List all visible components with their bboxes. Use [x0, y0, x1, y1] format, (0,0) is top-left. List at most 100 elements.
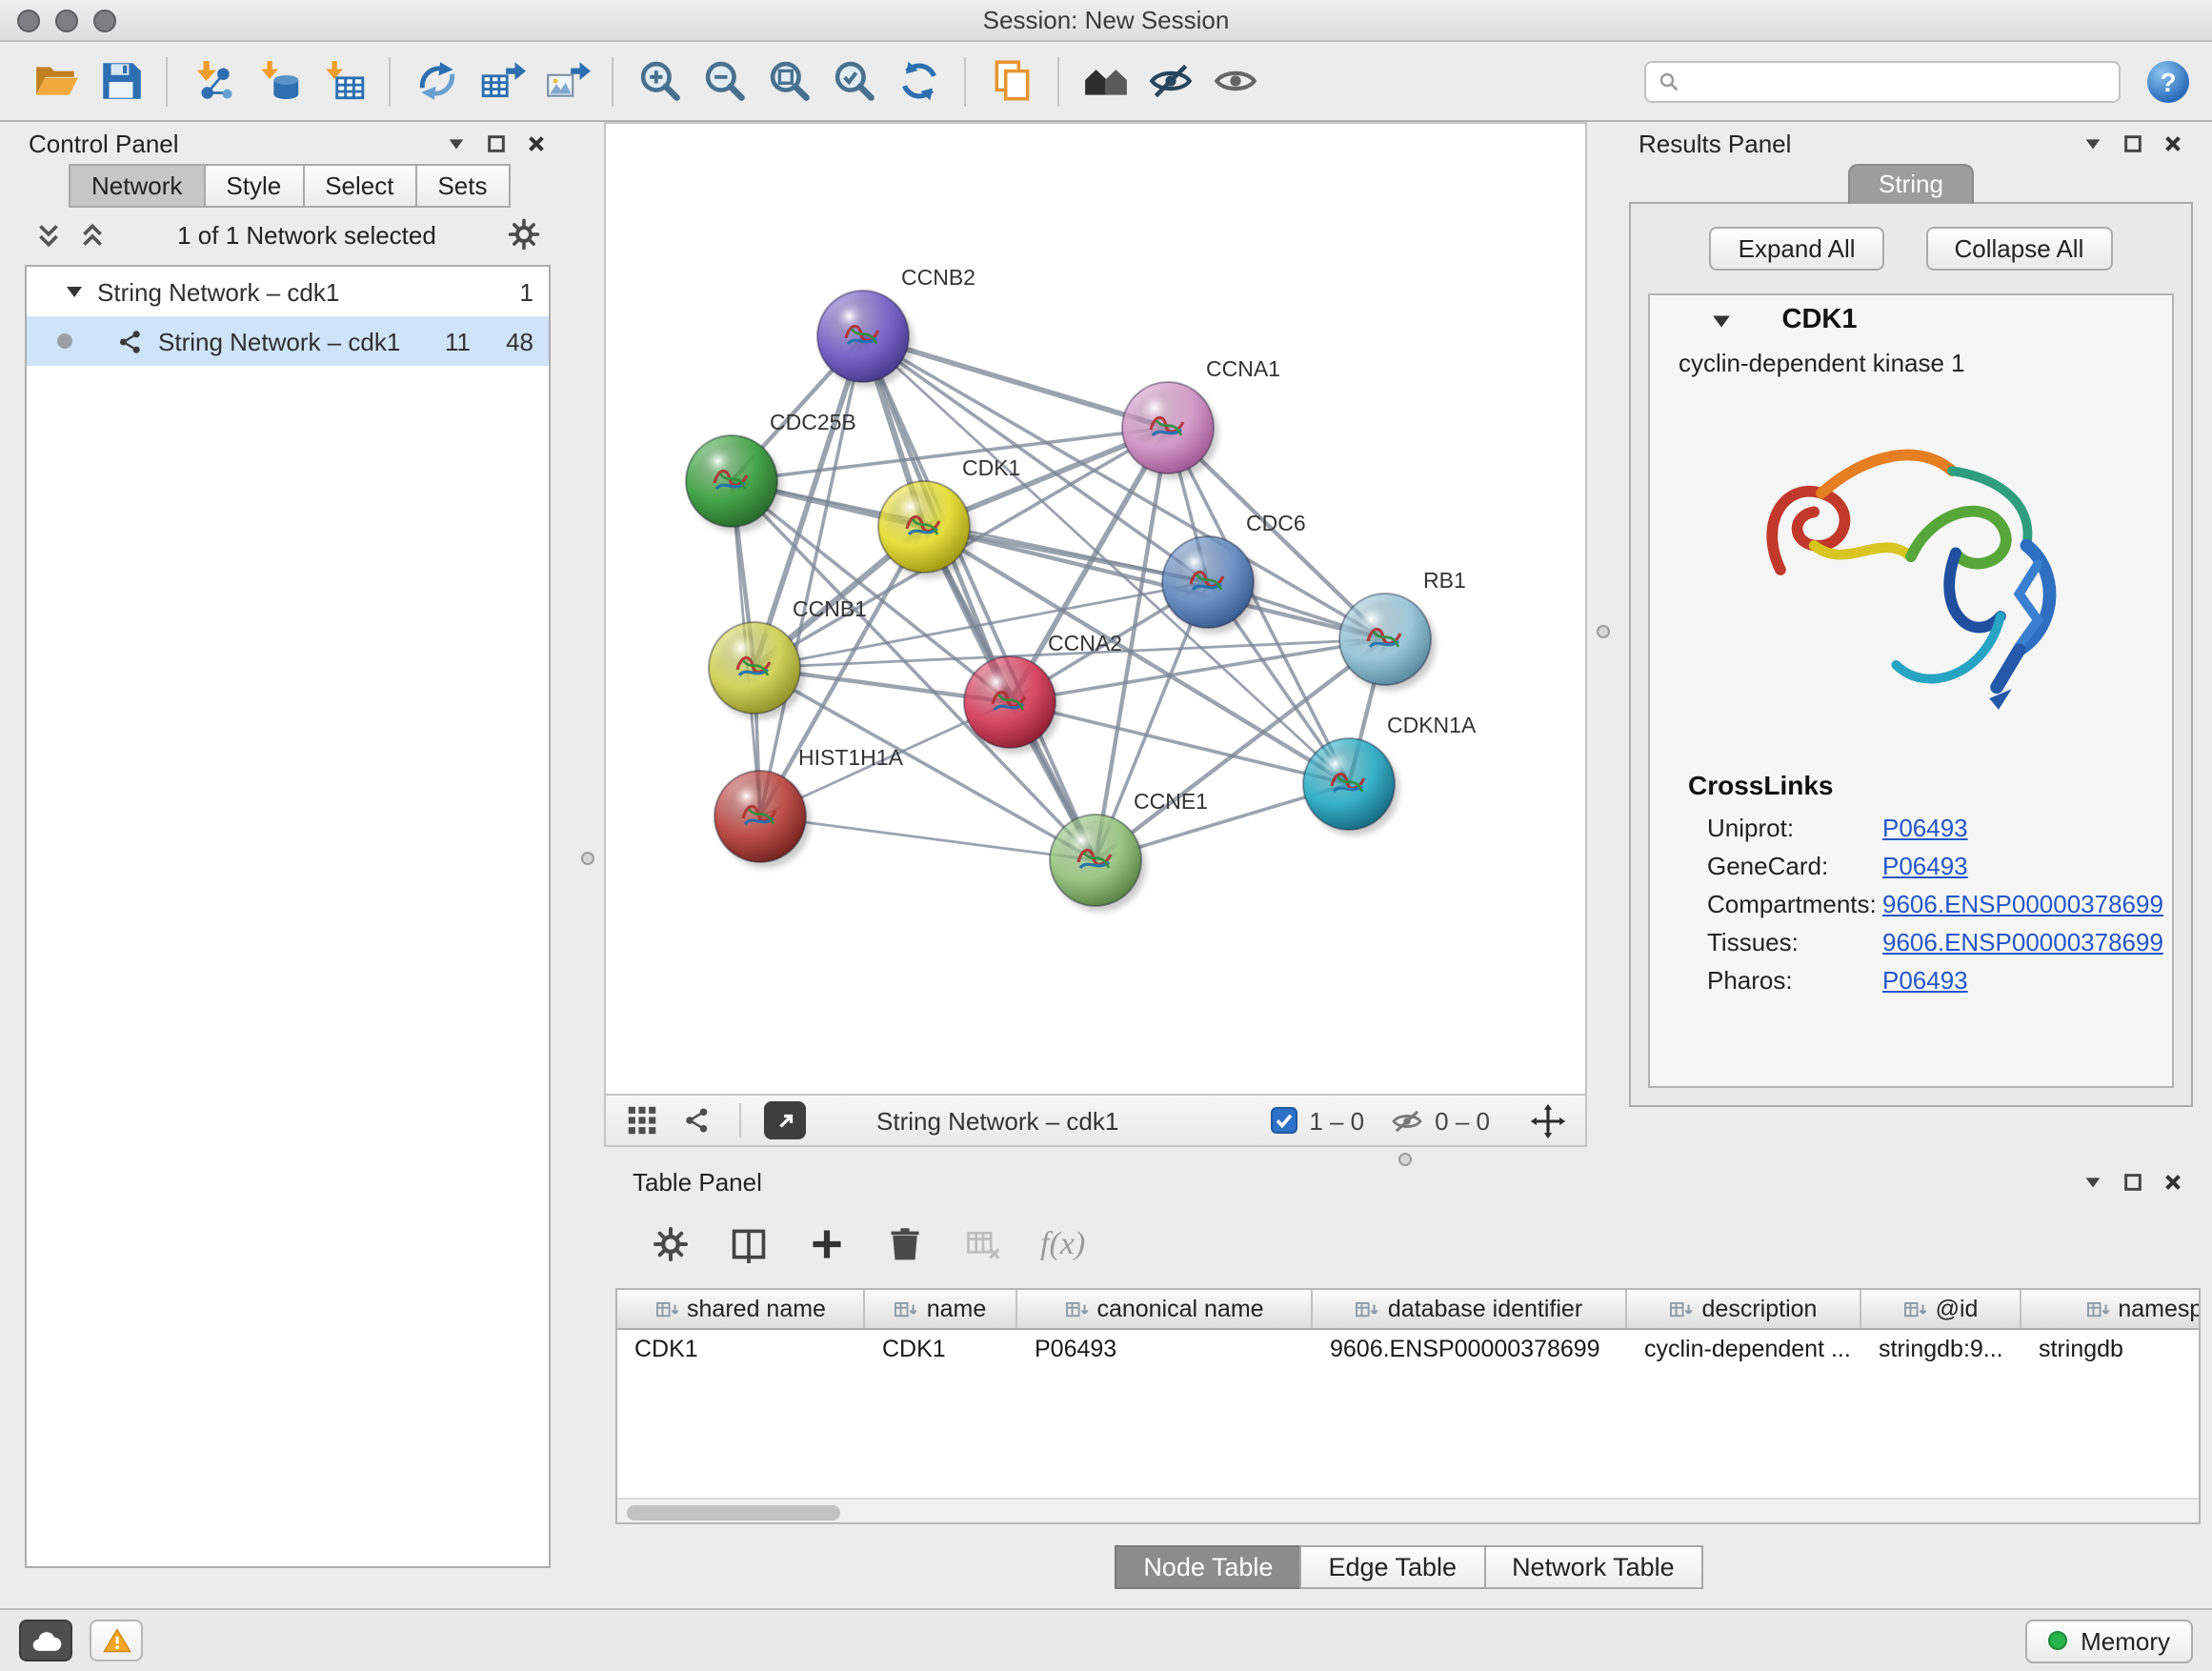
network-node-CCNB2[interactable]: CCNB2 — [817, 265, 975, 388]
network-row-selected[interactable]: String Network – cdk1 11 48 — [27, 316, 549, 366]
network-collection-row[interactable]: String Network – cdk1 1 — [27, 267, 549, 316]
create-column-button[interactable] — [806, 1223, 848, 1265]
protein-card-header[interactable]: CDK1 — [1650, 295, 2172, 345]
tab-network-table[interactable]: Network Table — [1483, 1545, 1703, 1589]
column-sort-icon[interactable] — [895, 1299, 919, 1319]
zoom-window-button[interactable] — [93, 10, 116, 32]
column-header-description[interactable]: description — [1627, 1290, 1861, 1328]
network-graph[interactable]: CCNB2CCNA1CDC25BCDK1CDC6RB1CCNB1CCNA2CDK… — [606, 124, 1585, 1094]
zoom-selected-button[interactable] — [821, 50, 886, 111]
cloud-status-button[interactable] — [19, 1620, 72, 1661]
detach-view-button[interactable] — [764, 1101, 806, 1139]
table-cell[interactable]: P06493 — [1017, 1330, 1313, 1368]
pan-mode-button[interactable] — [1526, 1099, 1568, 1141]
network-node-CDC25B[interactable]: CDC25B — [686, 410, 856, 533]
crosslink-link[interactable]: P06493 — [1882, 813, 1968, 841]
column-sort-icon[interactable] — [2085, 1299, 2110, 1319]
crosslink-link[interactable]: P06493 — [1882, 851, 1968, 879]
import-network-file-button[interactable] — [181, 50, 246, 111]
panel-menu-icon[interactable] — [446, 132, 467, 153]
panel-float-icon[interactable] — [486, 132, 507, 153]
apply-layout-button[interactable] — [886, 50, 951, 111]
selected-checkbox-icon[interactable] — [1271, 1107, 1297, 1134]
hide-results-button[interactable] — [1137, 50, 1202, 111]
panel-float-icon[interactable] — [2122, 1171, 2143, 1192]
close-window-button[interactable] — [17, 10, 40, 32]
search-input[interactable] — [1690, 68, 2107, 94]
tab-string[interactable]: String — [1848, 164, 1974, 204]
collapse-caret-icon[interactable] — [1711, 311, 1732, 332]
tab-network[interactable]: Network — [69, 164, 205, 208]
column-header-namespace[interactable]: namespace — [2021, 1290, 2201, 1328]
splitter-handle[interactable] — [1597, 625, 1610, 638]
network-node-CDKN1A[interactable]: CDKN1A — [1303, 713, 1477, 836]
table-cell[interactable]: stringdb:9... — [1861, 1330, 2021, 1368]
zoom-out-button[interactable] — [692, 50, 756, 111]
help-button[interactable]: ? — [2147, 60, 2189, 102]
memory-button[interactable]: Memory — [2025, 1619, 2193, 1662]
horizontal-scrollbar[interactable] — [617, 1498, 2199, 1522]
splitter-handle[interactable] — [581, 852, 594, 865]
panel-menu-icon[interactable] — [2082, 132, 2103, 153]
expand-all-button[interactable]: Expand All — [1710, 227, 1884, 271]
expand-all-icon[interactable] — [78, 220, 107, 249]
column-header-canonical-name[interactable]: canonical name — [1017, 1290, 1313, 1328]
network-canvas[interactable]: CCNB2CCNA1CDC25BCDK1CDC6RB1CCNB1CCNA2CDK… — [604, 122, 1587, 1094]
import-network-database-button[interactable] — [246, 50, 311, 111]
panel-close-icon[interactable] — [2162, 1171, 2183, 1192]
import-table-file-button[interactable] — [311, 50, 375, 111]
export-network-button[interactable] — [404, 50, 469, 111]
panel-float-icon[interactable] — [2122, 132, 2143, 153]
column-header--id[interactable]: @id — [1861, 1290, 2021, 1328]
network-node-HIST1H1A[interactable]: HIST1H1A — [714, 745, 904, 868]
minimize-window-button[interactable] — [55, 10, 78, 32]
network-node-RB1[interactable]: RB1 — [1339, 568, 1466, 691]
table-cell[interactable]: CDK1 — [865, 1330, 1017, 1368]
birds-eye-grid-button[interactable] — [623, 1101, 661, 1139]
delete-column-button[interactable] — [884, 1223, 926, 1265]
crosslink-link[interactable]: 9606.ENSP00000378699 — [1882, 927, 2163, 956]
column-sort-icon[interactable] — [654, 1299, 679, 1319]
column-sort-icon[interactable] — [1670, 1299, 1695, 1319]
splitter-handle[interactable] — [1398, 1153, 1412, 1166]
column-header-shared-name[interactable]: shared name — [617, 1290, 865, 1328]
panel-close-icon[interactable] — [2162, 132, 2183, 153]
open-session-button[interactable] — [23, 50, 88, 111]
network-node-CCNB1[interactable]: CCNB1 — [709, 596, 867, 719]
table-cell[interactable]: CDK1 — [617, 1330, 865, 1368]
panel-menu-icon[interactable] — [2082, 1171, 2103, 1192]
crosslink-link[interactable]: P06493 — [1882, 965, 1968, 994]
clone-network-button[interactable] — [979, 50, 1044, 111]
save-session-button[interactable] — [88, 50, 152, 111]
collapse-all-button[interactable]: Collapse All — [1926, 227, 2113, 271]
export-table-button[interactable] — [469, 50, 533, 111]
column-header-database-identifier[interactable]: database identifier — [1313, 1290, 1627, 1328]
table-cell[interactable]: stringdb — [2021, 1330, 2201, 1368]
network-overview-button[interactable] — [678, 1101, 716, 1139]
zoom-in-button[interactable] — [627, 50, 692, 111]
network-node-CCNA1[interactable]: CCNA1 — [1122, 356, 1280, 479]
table-cell[interactable]: cyclin-dependent ... — [1627, 1330, 1861, 1368]
column-header-name[interactable]: name — [865, 1290, 1017, 1328]
tab-node-table[interactable]: Node Table — [1115, 1545, 1301, 1589]
warnings-button[interactable] — [90, 1620, 143, 1661]
tab-select[interactable]: Select — [302, 164, 416, 208]
network-node-CDK1[interactable]: CDK1 — [878, 455, 1020, 578]
gear-icon[interactable] — [507, 217, 541, 252]
tab-edge-table[interactable]: Edge Table — [1299, 1545, 1485, 1589]
panel-close-icon[interactable] — [526, 132, 547, 153]
show-columns-button[interactable] — [728, 1223, 770, 1265]
table-row[interactable]: CDK1CDK1P064939606.ENSP00000378699cyclin… — [617, 1330, 2199, 1368]
tab-sets[interactable]: Sets — [414, 164, 510, 208]
table-cell[interactable]: 9606.ENSP00000378699 — [1313, 1330, 1627, 1368]
column-sort-icon[interactable] — [1064, 1299, 1089, 1319]
column-sort-icon[interactable] — [1903, 1299, 1928, 1319]
crosslink-link[interactable]: 9606.ENSP00000378699 — [1882, 889, 2163, 917]
collapse-all-icon[interactable] — [34, 220, 63, 249]
scrollbar-thumb[interactable] — [627, 1504, 840, 1520]
eye-slash-icon[interactable] — [1391, 1108, 1423, 1133]
tab-style[interactable]: Style — [203, 164, 304, 208]
export-image-button[interactable] — [533, 50, 598, 111]
column-sort-icon[interactable] — [1356, 1299, 1380, 1319]
tree-caret-icon[interactable] — [65, 282, 84, 301]
